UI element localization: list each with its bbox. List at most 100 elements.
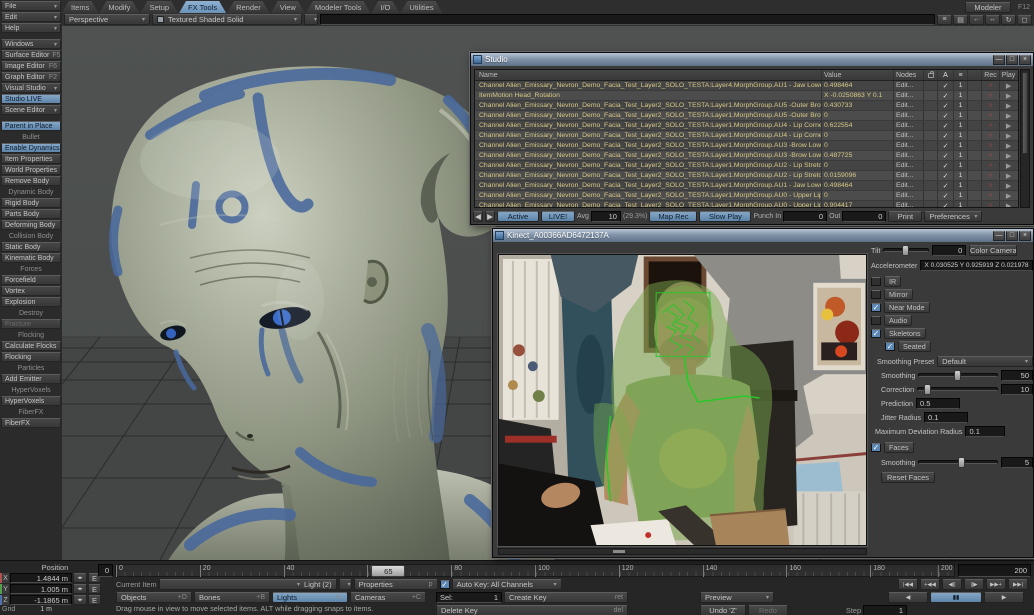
channel-value[interactable]: 0.498464 [821,181,893,190]
channel-envelope[interactable] [967,161,981,170]
channel-row[interactable]: Channel Alien_Emissary_Nevron_Demo_Facia… [475,171,1018,181]
channel-lock[interactable] [923,111,937,120]
punch-in-field[interactable]: 0 [783,211,827,222]
properties-button[interactable]: Properties p [354,579,438,590]
channel-lock[interactable] [923,81,937,90]
channel-active-check[interactable]: ✓ [937,151,953,160]
channel-nodes-edit[interactable]: Edit... [893,101,923,110]
channel-weight[interactable]: 1 [953,161,967,170]
channel-envelope[interactable] [967,91,981,100]
channel-weight[interactable]: 1 [953,81,967,90]
channel-row[interactable]: ItemMotion Head_RotationX -0.0250863 Y 0… [475,91,1018,101]
play-reverse-button[interactable]: ◀ [888,592,928,603]
channel-row[interactable]: Channel Alien_Emissary_Nevron_Demo_Facia… [475,131,1018,141]
timeline-ruler[interactable]: 020406080100120140160180200 65 [115,564,955,577]
channel-nodes-edit[interactable]: Edit... [893,151,923,160]
channel-weight[interactable]: 1 [953,121,967,130]
minimize-icon[interactable]: — [993,55,1005,65]
zoom-box-icon[interactable]: ◻ [1017,15,1032,25]
channel-lock[interactable] [923,141,937,150]
channel-row[interactable]: Channel Alien_Emissary_Nevron_Demo_Facia… [475,101,1018,111]
minimize-icon[interactable]: — [993,231,1005,241]
rotate-view-icon[interactable]: ↻ [1001,15,1016,25]
modeler-button[interactable]: Modeler [965,2,1011,13]
pan-icon[interactable]: ↔ [985,15,1000,25]
channel-value[interactable]: 0.487725 [821,151,893,160]
record-icon[interactable]: ○ [981,121,999,130]
sidebar-item-studio-live[interactable]: Studio LIVE [1,94,61,104]
shading-options-dropdown[interactable]: ▾ [304,14,318,25]
pan-left-icon[interactable]: ← [969,15,984,25]
correction-slider[interactable] [917,387,998,391]
channel-envelope[interactable] [967,101,981,110]
sidebar-item-edit[interactable]: Edit▾ [1,12,61,22]
smoothing-preset-dropdown[interactable]: Default ▾ [937,356,1033,367]
channel-nodes-edit[interactable]: Edit... [893,81,923,90]
step-forward-button[interactable]: ||▶ [964,579,984,590]
objects-button[interactable]: Objects+O [116,592,192,603]
axis-z-button[interactable]: Z [0,595,9,605]
col-play[interactable]: Play [999,70,1017,80]
record-icon[interactable]: ○ [981,91,999,100]
play-icon[interactable]: ▶ [999,131,1017,140]
play-button[interactable]: ▶ [984,592,1024,603]
channel-nodes-edit[interactable]: Edit... [893,201,923,208]
channel-weight[interactable]: 1 [953,111,967,120]
sidebar-item-visual-studio[interactable]: Visual Studio▾ [1,83,61,93]
pane-layout-icon[interactable]: ▤ [953,15,968,25]
tab-fx-tools[interactable]: FX Tools [179,1,226,13]
go-end-button[interactable]: ▶▶| [1008,579,1028,590]
channel-lock[interactable] [923,131,937,140]
channel-value[interactable]: 0 [821,111,893,120]
channel-weight[interactable]: 1 [953,91,967,100]
play-icon[interactable]: ▶ [999,201,1017,208]
sidebar-item-surface-editor[interactable]: Surface EditorF5 [1,50,61,60]
tab-modify[interactable]: Modify [99,1,139,13]
studio-titlebar[interactable]: Studio — □ × [471,53,1033,66]
map-rec-button[interactable]: Map Rec [649,211,697,222]
col-value[interactable]: Value [821,70,893,80]
record-icon[interactable]: ○ [981,161,999,170]
next-icon[interactable]: ▶ [485,211,495,222]
channel-nodes-edit[interactable]: Edit... [893,141,923,150]
channel-envelope[interactable] [967,191,981,200]
color-camera-button[interactable]: Color Camera [969,245,1017,256]
channel-envelope[interactable] [967,141,981,150]
kinect-video-scrollbar[interactable] [498,548,867,555]
sidebar-item-file[interactable]: File▾ [1,1,61,11]
play-icon[interactable]: ▶ [999,81,1017,90]
channel-envelope[interactable] [967,151,981,160]
play-icon[interactable]: ▶ [999,191,1017,200]
step-back-button[interactable]: ◀|| [942,579,962,590]
studio-window[interactable]: Studio — □ × Name Value Nodes A ≡ Rec Pl… [470,52,1034,225]
tab-view[interactable]: View [271,1,305,13]
col-name[interactable]: Name [475,72,821,79]
record-icon[interactable]: ○ [981,151,999,160]
channel-row[interactable]: Channel Alien_Emissary_Nevron_Demo_Facia… [475,81,1018,91]
coord-y-value[interactable]: 1.005 m [10,584,72,594]
channel-weight[interactable]: 1 [953,201,967,208]
channel-row[interactable]: Channel Alien_Emissary_Nevron_Demo_Facia… [475,141,1018,151]
channel-envelope[interactable] [967,201,981,208]
tilt-slider[interactable] [883,248,929,252]
current-item-dropdown[interactable]: ▾ Light (2) [159,579,337,590]
play-icon[interactable]: ▶ [999,181,1017,190]
preferences-dropdown[interactable]: Preferences ▾ [924,211,982,222]
channel-value[interactable]: 0.430733 [821,101,893,110]
play-icon[interactable]: ▶ [999,161,1017,170]
channel-active-check[interactable]: ✓ [937,111,953,120]
channel-active-check[interactable]: ✓ [937,101,953,110]
channel-weight[interactable]: 1 [953,171,967,180]
channel-nodes-edit[interactable]: Edit... [893,91,923,100]
channel-active-check[interactable]: ✓ [937,201,953,208]
coord-x-value[interactable]: 1.4844 m [10,573,72,583]
shading-mode-dropdown[interactable]: Textured Shaded Solid ▾ [152,14,302,25]
record-icon[interactable]: ○ [981,101,999,110]
record-icon[interactable]: ○ [981,141,999,150]
start-frame-field[interactable]: 0 [98,564,113,577]
timeline-slider[interactable]: 65 [371,565,405,577]
channel-nodes-edit[interactable]: Edit... [893,121,923,130]
channel-value[interactable]: 0.622554 [821,121,893,130]
record-icon[interactable]: ○ [981,191,999,200]
channel-nodes-edit[interactable]: Edit... [893,171,923,180]
